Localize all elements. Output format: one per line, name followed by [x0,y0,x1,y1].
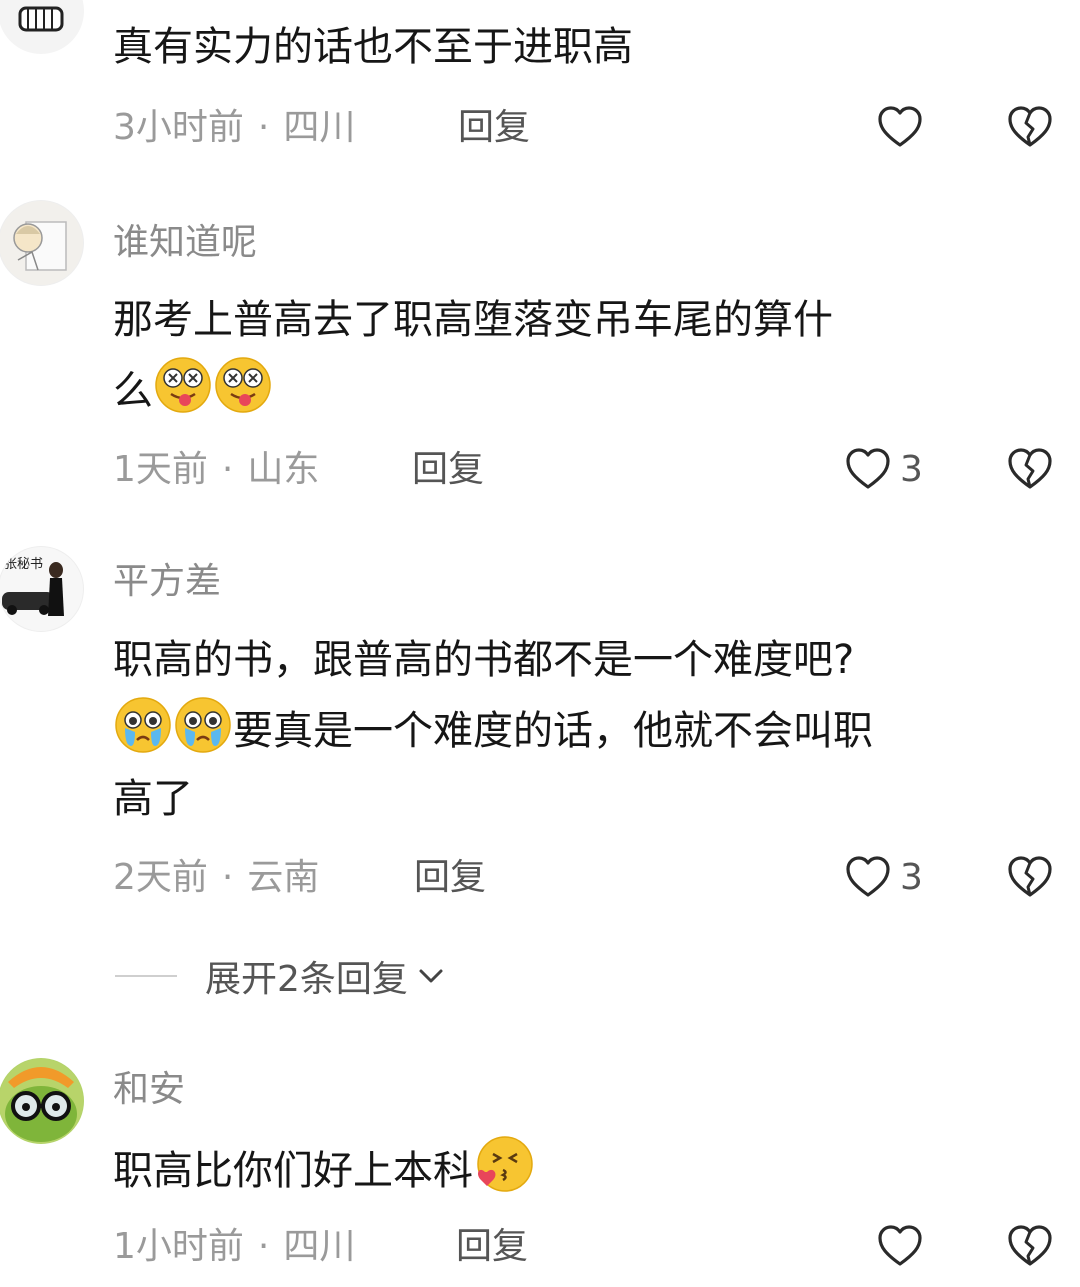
comment-time: 2天前 [113,857,208,898]
comment-text: 那考上普高去了职高堕落变吊车尾的算什 么 [113,286,1063,425]
comment-text-line: 那考上普高去了职高堕落变吊车尾的算什 [113,297,833,343]
comment-text-line: 职高的书，跟普高的书都不是一个难度吧? [113,637,855,683]
heart-outline-icon [876,1222,924,1270]
comment-username[interactable]: 平方差 [113,562,221,602]
comment-text-fragment: 职高比你们好上本科 [113,1148,473,1194]
dislike-button[interactable] [1006,853,1054,905]
comment-time: 1天前 [113,449,208,490]
reply-button[interactable]: 回复 [414,858,486,898]
reply-button[interactable]: 回复 [412,450,484,490]
comment-text: 职高比你们好上本科 [113,1134,1063,1205]
tongue-emoji-icon [153,354,213,414]
comment-location: 山东 [247,449,320,490]
comment-text-fragment: 么 [113,368,153,414]
like-button[interactable] [876,103,924,151]
expand-replies-label: 展开2条回复 [205,959,408,1000]
comment-meta: 3小时前 · 四川 [113,107,356,148]
avatar-text: 张秘书 [4,557,43,572]
heart-outline-icon [876,103,924,151]
broken-heart-icon [1006,1222,1054,1270]
broken-heart-icon [1006,445,1054,493]
reply-button[interactable]: 回复 [456,1227,528,1267]
comment-username[interactable]: 谁知道呢 [113,223,257,263]
comment-username[interactable]: 和安 [113,1070,185,1110]
comment-text-line-2: 要真是一个难度的话，他就不会叫职 [113,694,1063,765]
like-button[interactable] [876,1222,924,1270]
comment-text-line-3: 高了 [113,776,193,822]
avatar[interactable] [0,200,84,286]
broken-heart-icon [1006,103,1054,151]
comment-time: 3小时前 [113,107,244,148]
heart-outline-icon [844,853,892,901]
divider [115,975,177,977]
tongue-emoji-icon [213,354,273,414]
comment-meta: 1天前 · 山东 [113,449,320,490]
reply-button[interactable]: 回复 [458,108,530,148]
like-count: 3 [900,856,923,898]
comment-time: 1小时前 [113,1226,244,1267]
comment-text-fragment: 要真是一个难度的话，他就不会叫职 [233,708,873,754]
avatar[interactable] [0,0,84,54]
like-button[interactable]: 3 [844,445,923,493]
comment-location: 云南 [247,857,320,898]
avatar[interactable] [0,1058,84,1144]
dislike-button[interactable] [1006,1222,1054,1274]
heart-outline-icon [844,445,892,493]
kiss-emoji-icon [473,1134,533,1194]
like-button[interactable]: 3 [844,853,923,901]
comment-location: 四川 [283,107,356,148]
broken-heart-icon [1006,853,1054,901]
comment-text: 真有实力的话也不至于进职高 [113,24,633,70]
crying-emoji-icon [113,694,173,754]
like-count: 3 [900,448,923,490]
comment-location: 四川 [283,1226,356,1267]
dislike-button[interactable] [1006,103,1054,155]
comment-text: 职高的书，跟普高的书都不是一个难度吧? 要真是一个难度的话，他就不会叫职 高了 [113,626,1063,833]
comment-text-line-2: 么 [113,354,1063,425]
expand-replies-button[interactable]: 展开2条回复 [115,950,448,1002]
chevron-down-icon [419,969,443,983]
dislike-button[interactable] [1006,445,1054,497]
avatar[interactable]: 张秘书 [0,546,84,632]
comment-meta: 2天前 · 云南 [113,857,320,898]
crying-emoji-icon [173,694,233,754]
comment-meta: 1小时前 · 四川 [113,1226,356,1267]
